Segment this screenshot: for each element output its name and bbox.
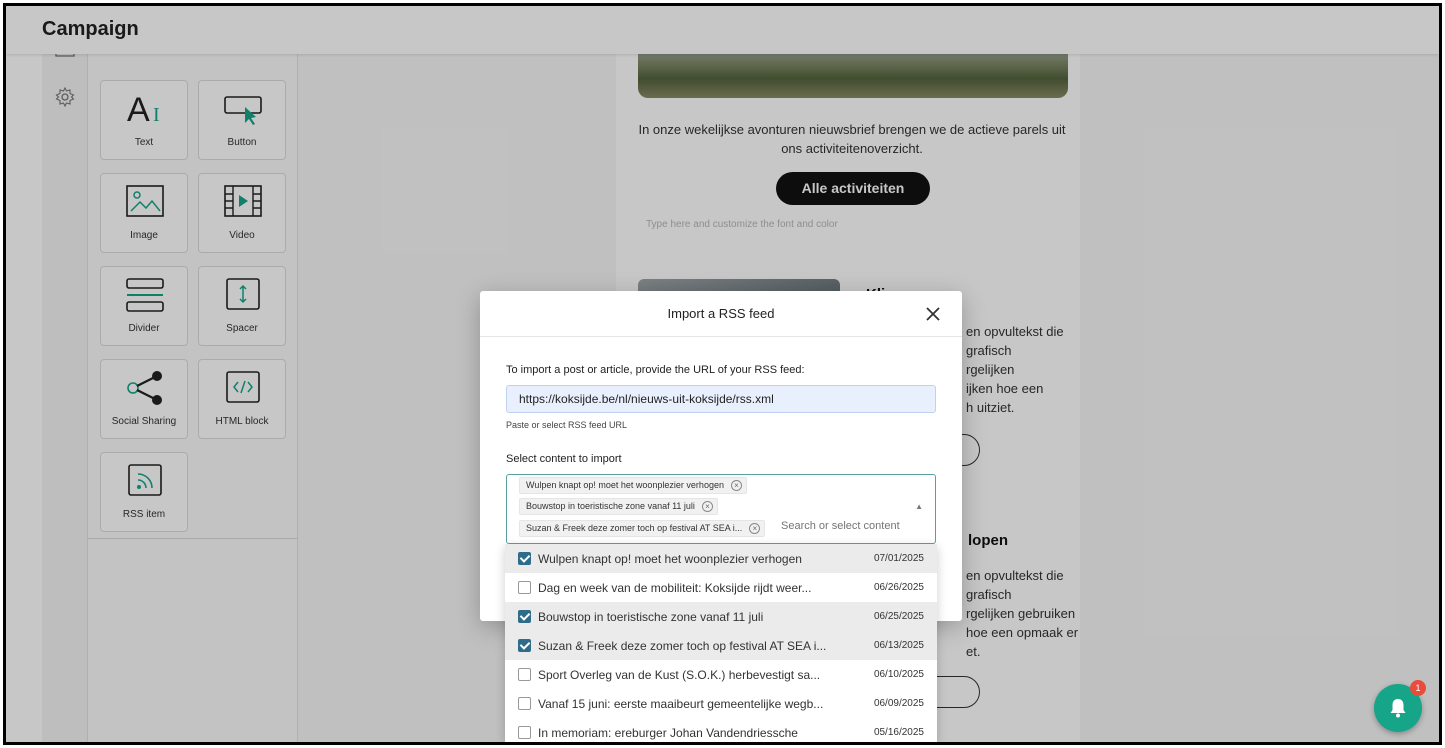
option-date: 07/01/2025	[873, 553, 924, 564]
checkbox[interactable]	[518, 697, 531, 710]
list-item[interactable]: Wulpen knapt op! moet het woonplezier ve…	[505, 544, 937, 573]
checkbox[interactable]	[518, 610, 531, 623]
checkbox[interactable]	[518, 552, 531, 565]
option-title: Wulpen knapt op! moet het woonplezier ve…	[538, 552, 802, 566]
checkbox[interactable]	[518, 639, 531, 652]
option-title: Dag en week van de mobiliteit: Koksijde …	[538, 581, 812, 595]
checkbox[interactable]	[518, 726, 531, 739]
list-item[interactable]: Sport Overleg van de Kust (S.O.K.) herbe…	[505, 660, 937, 689]
url-label: To import a post or article, provide the…	[506, 364, 805, 376]
checkbox[interactable]	[518, 668, 531, 681]
selected-chip: Suzan & Freek deze zomer toch op festiva…	[519, 520, 766, 537]
option-date: 06/10/2025	[873, 669, 924, 680]
option-title: In memoriam: ereburger Johan Vandendries…	[538, 726, 798, 740]
chip-label: Bouwstop in toeristische zone vanaf 11 j…	[526, 501, 695, 511]
content-search-input[interactable]	[781, 520, 909, 532]
close-icon[interactable]	[922, 303, 944, 325]
list-item[interactable]: Suzan & Freek deze zomer toch op festiva…	[505, 631, 937, 660]
option-date: 06/26/2025	[873, 582, 924, 593]
option-date: 06/09/2025	[873, 698, 924, 709]
list-item[interactable]: Vanaf 15 juni: eerste maaibeurt gemeente…	[505, 689, 937, 718]
option-title: Suzan & Freek deze zomer toch op festiva…	[538, 639, 827, 653]
list-item[interactable]: In memoriam: ereburger Johan Vandendries…	[505, 718, 937, 742]
option-title: Bouwstop in toeristische zone vanaf 11 j…	[538, 610, 764, 624]
notification-badge: 1	[1410, 680, 1426, 696]
selected-chip: Bouwstop in toeristische zone vanaf 11 j…	[519, 498, 718, 515]
option-date: 06/25/2025	[873, 611, 924, 622]
option-title: Vanaf 15 juni: eerste maaibeurt gemeente…	[538, 697, 824, 711]
select-label: Select content to import	[506, 453, 622, 465]
remove-chip-icon[interactable]: ×	[749, 523, 761, 534]
modal-header: Import a RSS feed	[480, 291, 962, 337]
url-help-text: Paste or select RSS feed URL	[506, 420, 628, 430]
checkbox[interactable]	[518, 581, 531, 594]
option-date: 05/16/2025	[873, 727, 924, 738]
list-item[interactable]: Bouwstop in toeristische zone vanaf 11 j…	[505, 602, 937, 631]
content-multiselect[interactable]: Wulpen knapt op! moet het woonplezier ve…	[506, 474, 936, 544]
chip-label: Suzan & Freek deze zomer toch op festiva…	[526, 523, 743, 533]
option-date: 06/13/2025	[873, 640, 924, 651]
caret-up-icon[interactable]: ▲	[915, 502, 923, 511]
window-frame: Campaign AI Text Button Image Video Divi…	[3, 3, 1442, 745]
modal-title: Import a RSS feed	[667, 306, 775, 321]
content-dropdown: Wulpen knapt op! moet het woonplezier ve…	[505, 544, 937, 742]
rss-url-input[interactable]	[506, 385, 936, 413]
selected-chip: Wulpen knapt op! moet het woonplezier ve…	[519, 477, 747, 494]
list-item[interactable]: Dag en week van de mobiliteit: Koksijde …	[505, 573, 937, 602]
chip-label: Wulpen knapt op! moet het woonplezier ve…	[526, 480, 724, 490]
bell-icon	[1390, 699, 1406, 718]
option-title: Sport Overleg van de Kust (S.O.K.) herbe…	[538, 668, 821, 682]
remove-chip-icon[interactable]: ×	[730, 480, 742, 491]
remove-chip-icon[interactable]: ×	[701, 501, 713, 512]
